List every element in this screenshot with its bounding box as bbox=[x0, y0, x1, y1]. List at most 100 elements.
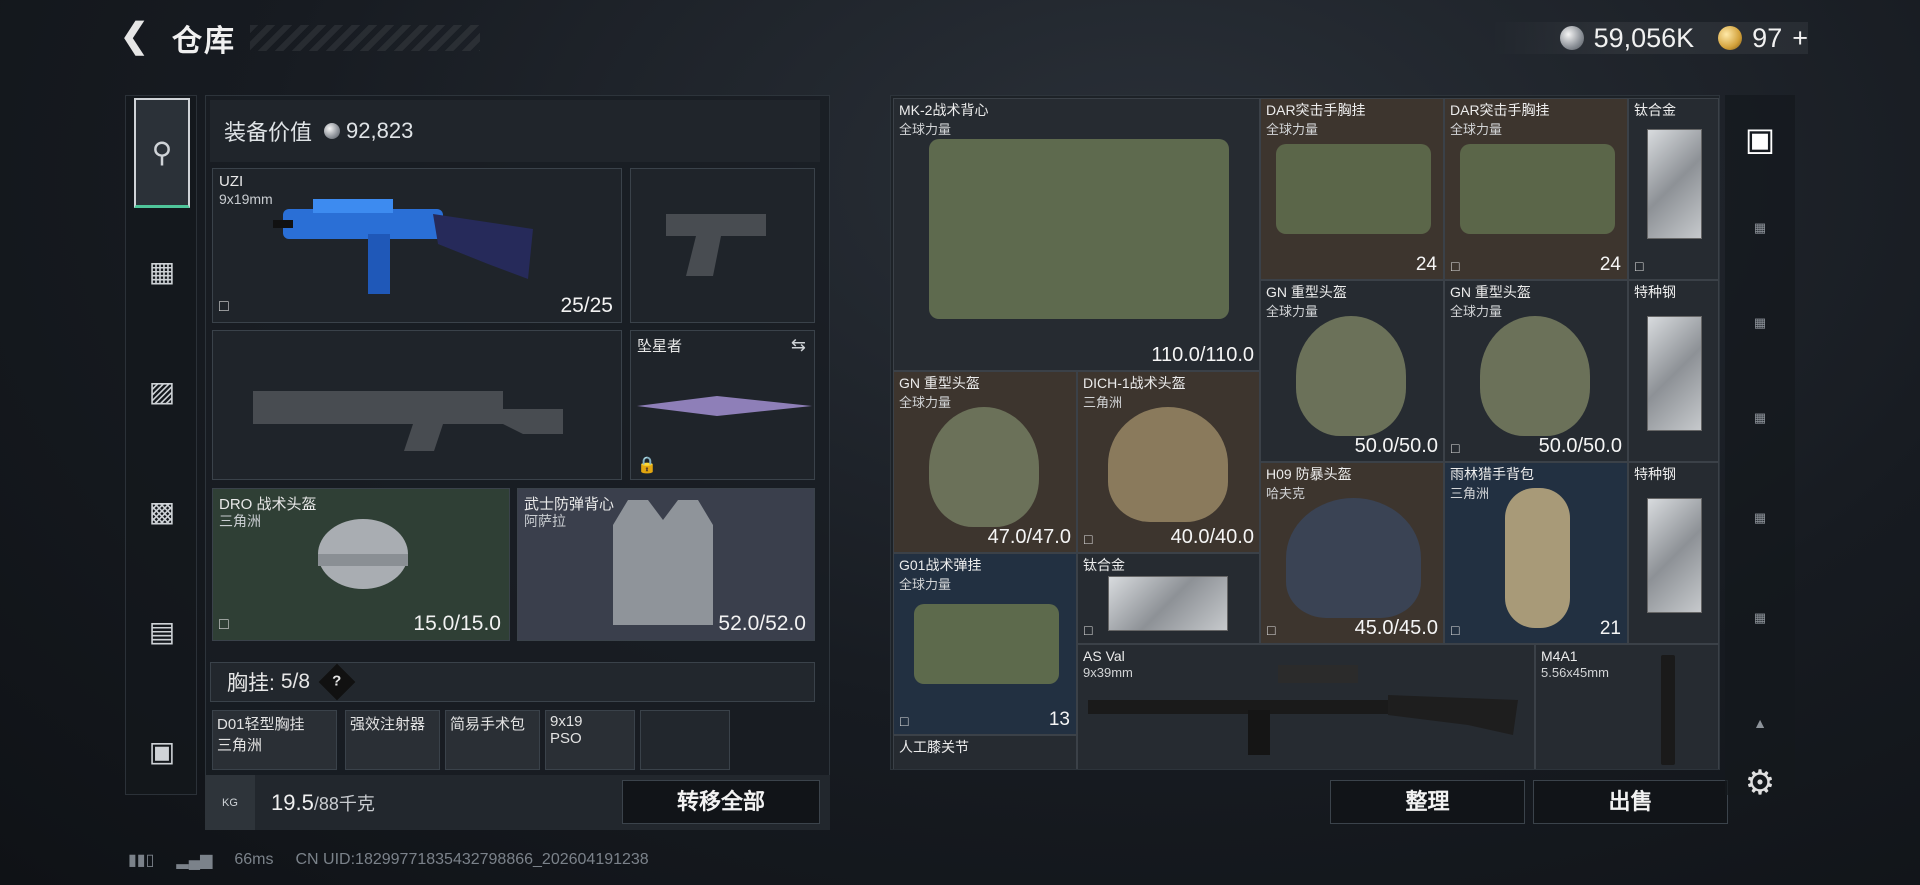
no-durability-icon: □ bbox=[219, 616, 229, 633]
item-durability: 110.0/110.0 bbox=[1151, 344, 1254, 366]
filter-tier-3-icon[interactable]: ▦ bbox=[1739, 220, 1781, 260]
filter-tier-4-icon[interactable]: ▦ bbox=[1739, 315, 1781, 355]
item-name: 特种钢 bbox=[1634, 284, 1676, 300]
storage-item[interactable]: MK-2战术背心 全球力量 110.0/110.0 bbox=[893, 98, 1260, 371]
rig-item[interactable]: 简易手术包 bbox=[445, 710, 540, 770]
item-sub: 全球力量 bbox=[1450, 122, 1503, 137]
secondary-weapon-slot[interactable] bbox=[212, 330, 622, 480]
item-name: 雨林猎手背包 bbox=[1450, 466, 1534, 482]
helmet-image bbox=[1480, 316, 1590, 436]
weight-max: /88千克 bbox=[313, 793, 375, 814]
no-durability-icon: □ bbox=[1084, 622, 1093, 638]
no-durability-icon: □ bbox=[1451, 258, 1460, 274]
item-sub: 全球力量 bbox=[899, 122, 952, 137]
nav-container-tab[interactable]: ▤ bbox=[134, 576, 190, 686]
silver-coin-icon bbox=[1559, 26, 1584, 50]
equipment-value-label: 装备价值 bbox=[224, 120, 313, 145]
filter-tier-5-icon[interactable]: ▦ bbox=[1739, 510, 1781, 550]
armor-slot[interactable]: 武士防弹背心 阿萨拉 52.0/52.0 bbox=[517, 488, 815, 641]
item-name: MK-2战术背心 bbox=[899, 102, 989, 118]
storage-item[interactable]: GN 重型头盔 全球力量 47.0/47.0 bbox=[893, 371, 1077, 553]
storage-item[interactable]: H09 防暴头盔 哈夫克 □ 45.0/45.0 bbox=[1260, 462, 1444, 644]
back-icon[interactable]: ❮ bbox=[120, 19, 154, 55]
armor-origin: 阿萨拉 bbox=[524, 513, 566, 529]
storage-item[interactable]: 特种钢 bbox=[1628, 462, 1719, 644]
item-durability: 45.0/45.0 bbox=[1354, 617, 1438, 639]
gold-amount: 97 bbox=[1752, 22, 1783, 53]
currency-bar: 59,056K 97 + bbox=[1489, 22, 1808, 54]
sell-button[interactable]: 出售 bbox=[1533, 780, 1728, 824]
storage-item[interactable]: DICH-1战术头盔 三角洲 □ 40.0/40.0 bbox=[1077, 371, 1260, 553]
storage-item[interactable]: GN 重型头盔 全球力量 □ 50.0/50.0 bbox=[1444, 280, 1628, 462]
item-name: 钛合金 bbox=[1083, 557, 1125, 573]
status-bar: ▮▮▯ ▂▄▆ 66ms CN UID:18299771835432798866… bbox=[128, 850, 649, 870]
storage-item[interactable]: GN 重型头盔 全球力量 50.0/50.0 bbox=[1260, 280, 1444, 462]
silver-coin-icon bbox=[324, 123, 341, 139]
storage-item[interactable]: 人工膝关节 bbox=[893, 735, 1077, 769]
rig-item[interactable]: 9x19 PSO bbox=[545, 710, 635, 770]
no-durability-icon: □ bbox=[1267, 622, 1276, 638]
item-durability: 40.0/40.0 bbox=[1170, 526, 1254, 548]
rifle-placeholder-icon bbox=[253, 391, 563, 451]
page-title: 仓库 bbox=[172, 25, 236, 58]
item-name: M4A1 bbox=[1541, 648, 1578, 664]
storage-item[interactable]: 特种钢 bbox=[1628, 280, 1719, 462]
item-sub: 全球力量 bbox=[1266, 122, 1319, 137]
rig-image bbox=[914, 604, 1059, 684]
help-icon[interactable]: ? bbox=[318, 663, 356, 701]
settings-icon[interactable]: ⚙ bbox=[1739, 763, 1781, 803]
nav-chest-rig-tab[interactable]: ▦ bbox=[134, 216, 190, 326]
item-sub: 全球力量 bbox=[1266, 304, 1319, 319]
item-name: 人工膝关节 bbox=[899, 739, 969, 755]
nav-backpack-tab[interactable]: ▨ bbox=[134, 336, 190, 446]
storage-item[interactable]: 钛合金 □ bbox=[1077, 553, 1260, 644]
melee-slot[interactable]: 坠星者 ⇆ 🔒 bbox=[630, 330, 815, 480]
helmet-slot[interactable]: DRO 战术头盔 三角洲 □ 15.0/15.0 bbox=[212, 488, 510, 641]
item-durability: 47.0/47.0 bbox=[987, 526, 1071, 548]
storage-item[interactable]: DAR突击手胸挂 全球力量 24 bbox=[1260, 98, 1444, 280]
rig-empty-slot[interactable] bbox=[640, 710, 730, 770]
item-name: 特种钢 bbox=[1634, 466, 1676, 482]
no-durability-icon: □ bbox=[1451, 440, 1460, 456]
nav-weapons-tab[interactable]: ⚲ bbox=[134, 98, 190, 208]
pistol-slot[interactable] bbox=[630, 168, 815, 323]
rig-item-sub: 三角洲 bbox=[217, 737, 263, 754]
rifle-image bbox=[1661, 655, 1675, 765]
storage-item[interactable]: AS Val 9x39mm bbox=[1077, 644, 1535, 769]
helmet-origin: 三角洲 bbox=[219, 513, 261, 529]
nav-case-tab[interactable]: ▣ bbox=[134, 696, 190, 806]
item-sub: 5.56x45mm bbox=[1541, 665, 1609, 680]
rig-item[interactable]: 强效注射器 bbox=[345, 710, 440, 770]
storage-item[interactable]: DAR突击手胸挂 全球力量 □ 24 bbox=[1444, 98, 1628, 280]
transfer-all-button[interactable]: 转移全部 bbox=[622, 780, 820, 824]
rig-item[interactable]: D01轻型胸挂 三角洲 bbox=[212, 710, 337, 770]
helmet-image bbox=[1286, 498, 1421, 618]
item-name: H09 防暴头盔 bbox=[1266, 466, 1352, 482]
pouch-icon: ▩ bbox=[148, 495, 176, 527]
item-sub: 全球力量 bbox=[899, 395, 952, 410]
sort-button[interactable]: 整理 bbox=[1330, 780, 1525, 824]
swap-icon[interactable]: ⇆ bbox=[791, 335, 806, 356]
item-count: 21 bbox=[1599, 618, 1621, 639]
storage-item[interactable]: 雨林猎手背包 三角洲 □ 21 bbox=[1444, 462, 1628, 644]
nav-pouch-tab[interactable]: ▩ bbox=[134, 456, 190, 566]
add-currency-button[interactable]: + bbox=[1792, 23, 1808, 54]
helmet-durability: 15.0/15.0 bbox=[413, 612, 501, 635]
chest-rig-header: 胸挂: 5/8 ? bbox=[210, 662, 815, 702]
item-name: G01战术弹挂 bbox=[899, 557, 982, 573]
steel-image bbox=[1647, 498, 1702, 613]
item-name: 钛合金 bbox=[1634, 102, 1676, 118]
case-icon: ▣ bbox=[148, 735, 176, 767]
item-name: GN 重型头盔 bbox=[899, 375, 980, 391]
filter-tier-4b-icon[interactable]: ▦ bbox=[1739, 410, 1781, 450]
rig-item-name: D01轻型胸挂 bbox=[217, 716, 305, 733]
item-count: 24 bbox=[1599, 254, 1621, 275]
storage-item[interactable]: M4A1 5.56x45mm bbox=[1535, 644, 1719, 769]
storage-item[interactable]: G01战术弹挂 全球力量 □ 13 bbox=[893, 553, 1077, 735]
filter-tier-4c-icon[interactable]: ▦ bbox=[1739, 610, 1781, 650]
top-bar: ❮ 仓库 bbox=[120, 18, 480, 58]
weapon-name: UZI bbox=[219, 173, 244, 190]
storage-item[interactable]: 钛合金 □ bbox=[1628, 98, 1719, 280]
storage-all-icon[interactable]: ▣ bbox=[1739, 120, 1781, 160]
primary-weapon-slot[interactable]: UZI 9x19mm □ 25/25 bbox=[212, 168, 622, 323]
